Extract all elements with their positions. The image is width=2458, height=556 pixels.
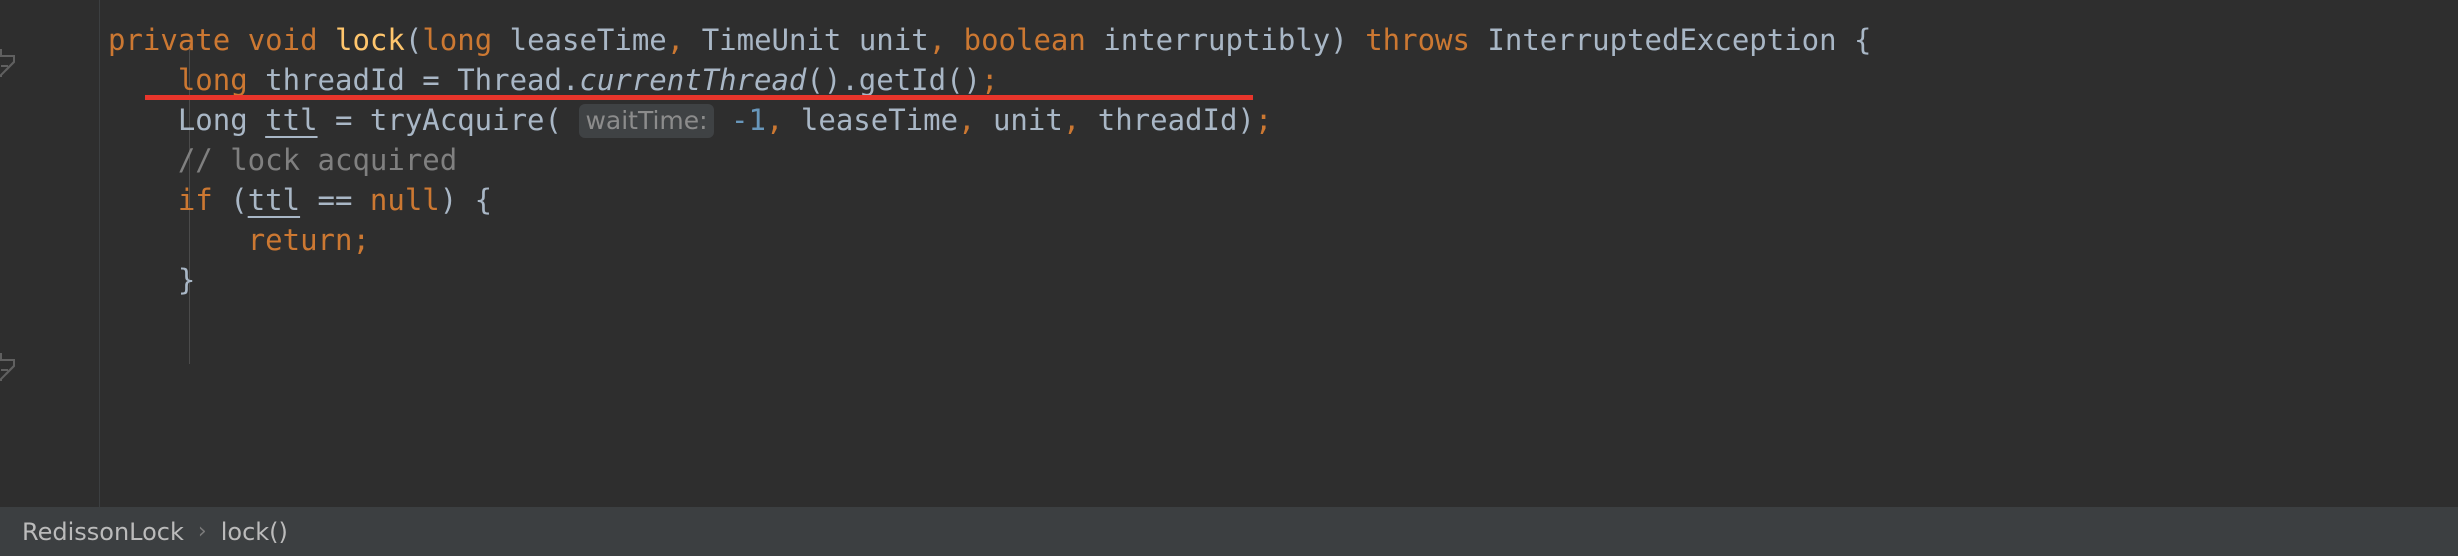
token-text: TimeUnit unit <box>684 23 929 57</box>
token-keyword: throws <box>1365 23 1470 57</box>
token-comment: // lock acquired <box>177 143 458 177</box>
token-text: } <box>177 263 196 297</box>
code-line[interactable]: if (ttl == null) { <box>108 180 1872 220</box>
token-keyword: , <box>958 103 976 137</box>
token-keyword: , <box>765 103 784 137</box>
token-keyword: null <box>369 183 440 217</box>
breadcrumb[interactable]: RedissonLock › lock() <box>0 507 2458 556</box>
token-keyword: private <box>108 23 231 57</box>
token-number: -1 <box>731 103 766 137</box>
token-keyword: if <box>177 183 213 217</box>
token-text: ( <box>212 183 248 217</box>
token-text: ( <box>404 23 423 57</box>
code-line-list: private void lock(long leaseTime, TimeUn… <box>108 20 1872 300</box>
code-line[interactable]: // lock acquired <box>108 140 1872 180</box>
token-text: == <box>300 183 370 217</box>
token-text: InterruptedException { <box>1469 23 1872 57</box>
token-keyword: ; <box>352 223 370 257</box>
token-keyword: long <box>177 63 248 97</box>
breadcrumb-item-method[interactable]: lock() <box>221 518 288 546</box>
code-line[interactable]: long threadId = Thread.currentThread().g… <box>108 60 1872 100</box>
token-keyword: ; <box>1254 103 1273 137</box>
token-keyword: ; <box>981 63 999 97</box>
token-local-variable: ttl <box>247 183 301 217</box>
token-keyword: return <box>247 223 353 257</box>
token-text: threadId) <box>1080 103 1255 137</box>
token-keyword: boolean <box>963 23 1086 57</box>
token-text: ().getId() <box>806 63 982 97</box>
editor-gutter[interactable] <box>0 0 100 507</box>
token-text: unit <box>975 103 1063 137</box>
breadcrumb-item-class[interactable]: RedissonLock <box>22 518 184 546</box>
token-keyword: , <box>666 23 685 57</box>
indent-guide <box>189 324 190 364</box>
token-method-name: lock <box>335 23 405 57</box>
token-keyword: long <box>422 23 493 57</box>
token-text: Long <box>177 103 266 137</box>
token-static-method: currentThread <box>579 63 807 97</box>
fold-marker-icon[interactable] <box>0 352 22 382</box>
chevron-right-icon: › <box>197 519 207 544</box>
fold-marker-icon[interactable] <box>0 48 22 78</box>
inlay-parameter-hint[interactable]: waitTime: <box>579 104 714 138</box>
token-local-variable: ttl <box>265 103 318 137</box>
token-text: leaseTime <box>492 23 667 57</box>
code-line[interactable]: return; <box>108 220 1872 260</box>
token-text: = tryAcquire( <box>317 103 562 137</box>
token-keyword: , <box>1062 103 1081 137</box>
code-text-area[interactable]: private void lock(long leaseTime, TimeUn… <box>100 0 2458 507</box>
token-keyword: , <box>928 23 947 57</box>
token-text: threadId = Thread. <box>247 63 580 97</box>
token-text: interruptibly) <box>1085 23 1366 57</box>
token-text: ) { <box>439 183 493 217</box>
code-editor[interactable]: private void lock(long leaseTime, TimeUn… <box>0 0 2458 556</box>
code-line[interactable]: private void lock(long leaseTime, TimeUn… <box>108 20 1872 60</box>
code-line[interactable]: } <box>108 260 1872 300</box>
code-line[interactable]: Long ttl = tryAcquire( waitTime: -1, lea… <box>108 100 1872 140</box>
token-text: leaseTime <box>783 103 959 137</box>
token-keyword: void <box>247 23 318 57</box>
